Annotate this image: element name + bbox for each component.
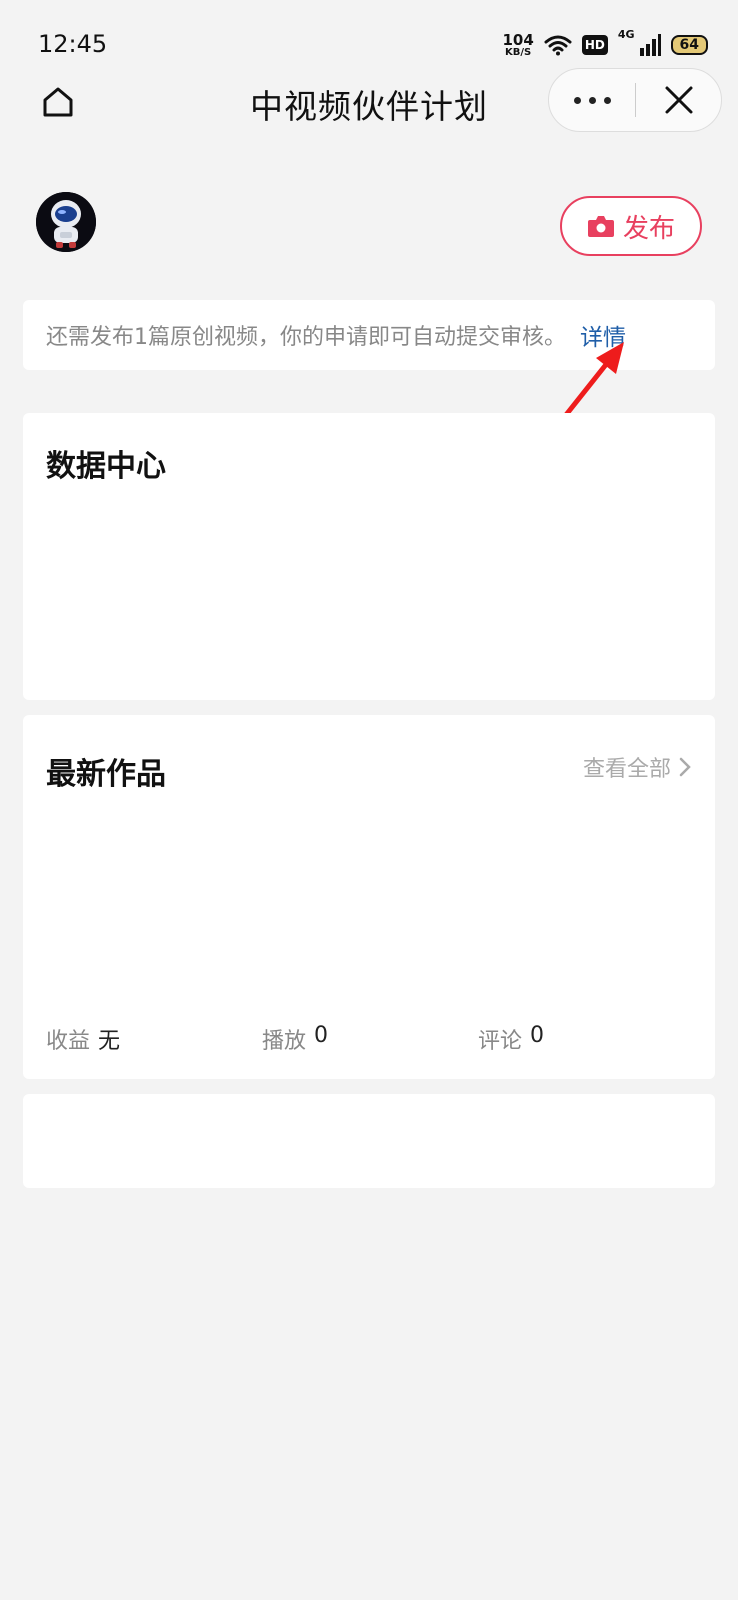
signal-type-label: 4G [617,28,635,41]
notice-text: 还需发布1篇原创视频，你的申请即可自动提交审核。 [46,325,566,350]
close-button[interactable] [636,68,721,132]
data-center-title: 数据中心 [46,449,166,484]
network-speed: 104 KB/S [502,30,534,58]
view-all-label: 查看全部 [582,757,671,782]
stat-label: 评论 [478,1029,523,1054]
more-options-button[interactable] [549,68,635,132]
data-center-card: 数据中心 [23,413,715,700]
placeholder-card [23,1094,715,1188]
work-stats: 收益 无 播放 0 评论 0 [46,1023,696,1055]
avatar[interactable] [36,192,96,252]
stat-label: 播放 [262,1029,307,1054]
publish-label: 发布 [622,213,675,244]
view-all-link[interactable]: 查看全部 [583,751,691,783]
astronaut-avatar-icon [36,192,96,252]
stat-plays: 播放 0 [262,1023,478,1055]
status-icons: 104 KB/S HD 4G 64 [502,28,708,62]
network-speed-unit: KB/S [505,46,532,58]
miniprogram-capsule [548,68,722,132]
latest-works-card: 最新作品 查看全部 收益 无 播放 0 评论 0 [23,715,715,1079]
stat-revenue: 收益 无 [46,1023,262,1055]
hd-badge: HD [581,35,608,55]
stat-value: 0 [314,1023,329,1048]
network-speed-value: 104 [502,30,534,49]
cellular-signal-icon [639,34,661,56]
more-dot-icon [588,96,596,104]
stat-value: 0 [530,1023,545,1048]
chevron-right-icon [679,757,691,777]
camera-icon [587,216,614,237]
navigation-bar: 中视频伙伴计划 [0,62,738,138]
stat-label: 收益 [46,1029,91,1054]
more-dot-icon [603,96,611,104]
latest-works-title: 最新作品 [46,757,166,792]
status-time: 12:45 [38,30,108,58]
more-dot-icon [573,96,581,104]
wifi-icon [544,35,572,56]
stat-value: 无 [98,1029,121,1054]
close-icon [665,86,692,114]
stat-comments: 评论 0 [478,1023,694,1055]
battery-indicator: 64 [670,35,708,55]
publish-button[interactable]: 发布 [560,196,702,256]
